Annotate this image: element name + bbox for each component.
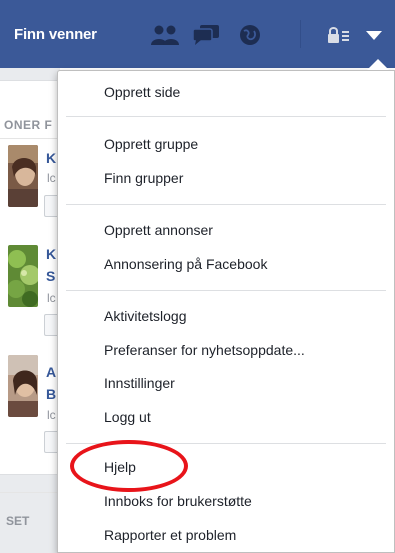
privacy-lock-icon[interactable]	[327, 24, 351, 46]
menu-item-create-page[interactable]: Opprett side	[104, 84, 180, 100]
menu-item-create-group[interactable]: Opprett gruppe	[104, 136, 198, 152]
menu-item-activity-log[interactable]: Aktivitetslogg	[104, 308, 186, 324]
person-photo[interactable]	[8, 145, 38, 207]
person-name[interactable]: K	[46, 150, 56, 166]
menu-item-report-problem[interactable]: Rapporter et problem	[104, 527, 236, 543]
person-name[interactable]: K	[46, 246, 56, 262]
person-subtitle: lc	[47, 291, 56, 305]
menu-item-settings[interactable]: Innstillinger	[104, 375, 175, 391]
section-header: ONER F	[4, 118, 53, 132]
help-highlight-annotation	[70, 440, 188, 492]
section-footer: SET	[6, 514, 30, 528]
toolbar-separator	[300, 20, 301, 48]
person-name-line2[interactable]: B	[46, 386, 56, 402]
top-navigation-bar: Finn venner	[0, 0, 395, 68]
menu-item-advertising[interactable]: Annonsering på Facebook	[104, 256, 267, 272]
divider	[0, 138, 60, 139]
menu-item-create-ads[interactable]: Opprett annonser	[104, 222, 213, 238]
menu-item-support-inbox[interactable]: Innboks for brukerstøtte	[104, 493, 252, 509]
person-photo[interactable]	[8, 355, 38, 417]
person-subtitle: lc	[47, 171, 56, 185]
menu-separator	[66, 290, 386, 291]
person-name[interactable]: A	[46, 364, 56, 380]
menu-item-log-out[interactable]: Logg ut	[104, 409, 151, 425]
menu-item-news-feed-preferences[interactable]: Preferanser for nyhetsoppdate...	[104, 342, 305, 358]
globe-icon[interactable]	[238, 24, 262, 46]
menu-item-find-groups[interactable]: Finn grupper	[104, 170, 183, 186]
menu-separator	[66, 116, 386, 117]
dropdown-caret	[367, 59, 389, 70]
person-photo[interactable]	[8, 245, 38, 307]
person-subtitle: lc	[47, 408, 56, 422]
account-menu-icon[interactable]	[364, 24, 384, 46]
find-friends-link[interactable]: Finn venner	[14, 26, 97, 43]
person-name-line2[interactable]: S	[46, 268, 55, 284]
messages-icon[interactable]	[191, 24, 221, 46]
divider	[0, 492, 60, 493]
menu-separator	[66, 204, 386, 205]
friends-icon[interactable]	[150, 24, 182, 46]
